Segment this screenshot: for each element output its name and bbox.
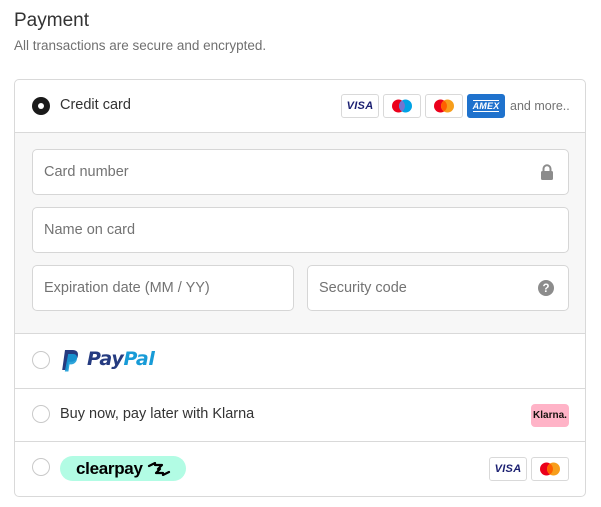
payment-option-clearpay[interactable]: clearpay VISA (15, 442, 585, 496)
mastercard-logo-icon (434, 99, 454, 113)
clearpay-mastercard-badge (531, 457, 569, 481)
amex-badge: AMEX (467, 94, 505, 118)
payment-methods-panel: Credit card VISA AMEX and more.. Card nu… (14, 79, 586, 497)
security-code-input[interactable] (308, 266, 568, 310)
payment-option-credit-card[interactable]: Credit card VISA AMEX and more.. (15, 80, 585, 133)
expiration-date-input[interactable] (33, 266, 293, 310)
security-code-field: ? (307, 265, 569, 311)
paypal-logo-icon (62, 350, 78, 372)
card-number-field (32, 149, 569, 195)
mastercard-logo-icon (540, 462, 560, 476)
credit-card-radio[interactable] (32, 97, 50, 115)
paypal-word-pal: Pal (123, 348, 155, 370)
clearpay-radio[interactable] (32, 458, 50, 476)
paypal-word-pay: Pay (87, 348, 124, 370)
klarna-badge: Klarna. (531, 404, 569, 427)
page-subtitle: All transactions are secure and encrypte… (14, 38, 267, 53)
name-on-card-input[interactable] (33, 208, 568, 252)
paypal-wordmark: PayPal (87, 348, 155, 370)
klarna-radio[interactable] (32, 405, 50, 423)
help-icon[interactable]: ? (538, 280, 554, 296)
more-brands-text: and more.. (510, 99, 570, 113)
credit-card-form: ? (15, 133, 585, 334)
clearpay-logo: clearpay (60, 456, 186, 481)
svg-text:?: ? (542, 283, 549, 295)
expiration-date-field (32, 265, 294, 311)
klarna-label: Buy now, pay later with Klarna (60, 406, 255, 422)
clearpay-arrows-icon (147, 461, 170, 476)
card-number-input[interactable] (33, 150, 568, 194)
paypal-radio[interactable] (32, 351, 50, 369)
lock-icon (541, 164, 553, 180)
clearpay-visa-badge: VISA (489, 457, 527, 481)
visa-logo-text: VISA (346, 100, 374, 112)
maestro-badge (383, 94, 421, 118)
visa-logo-text: VISA (494, 463, 522, 475)
visa-badge: VISA (341, 94, 379, 118)
page-title: Payment (14, 10, 89, 31)
credit-card-label: Credit card (60, 97, 131, 113)
amex-logo-text: AMEX (472, 100, 500, 112)
payment-option-paypal[interactable]: PayPal (15, 334, 585, 389)
clearpay-wordmark: clearpay (76, 458, 143, 478)
payment-option-klarna[interactable]: Buy now, pay later with Klarna Klarna. (15, 389, 585, 442)
name-on-card-field (32, 207, 569, 253)
maestro-logo-icon (392, 99, 412, 113)
mastercard-badge (425, 94, 463, 118)
